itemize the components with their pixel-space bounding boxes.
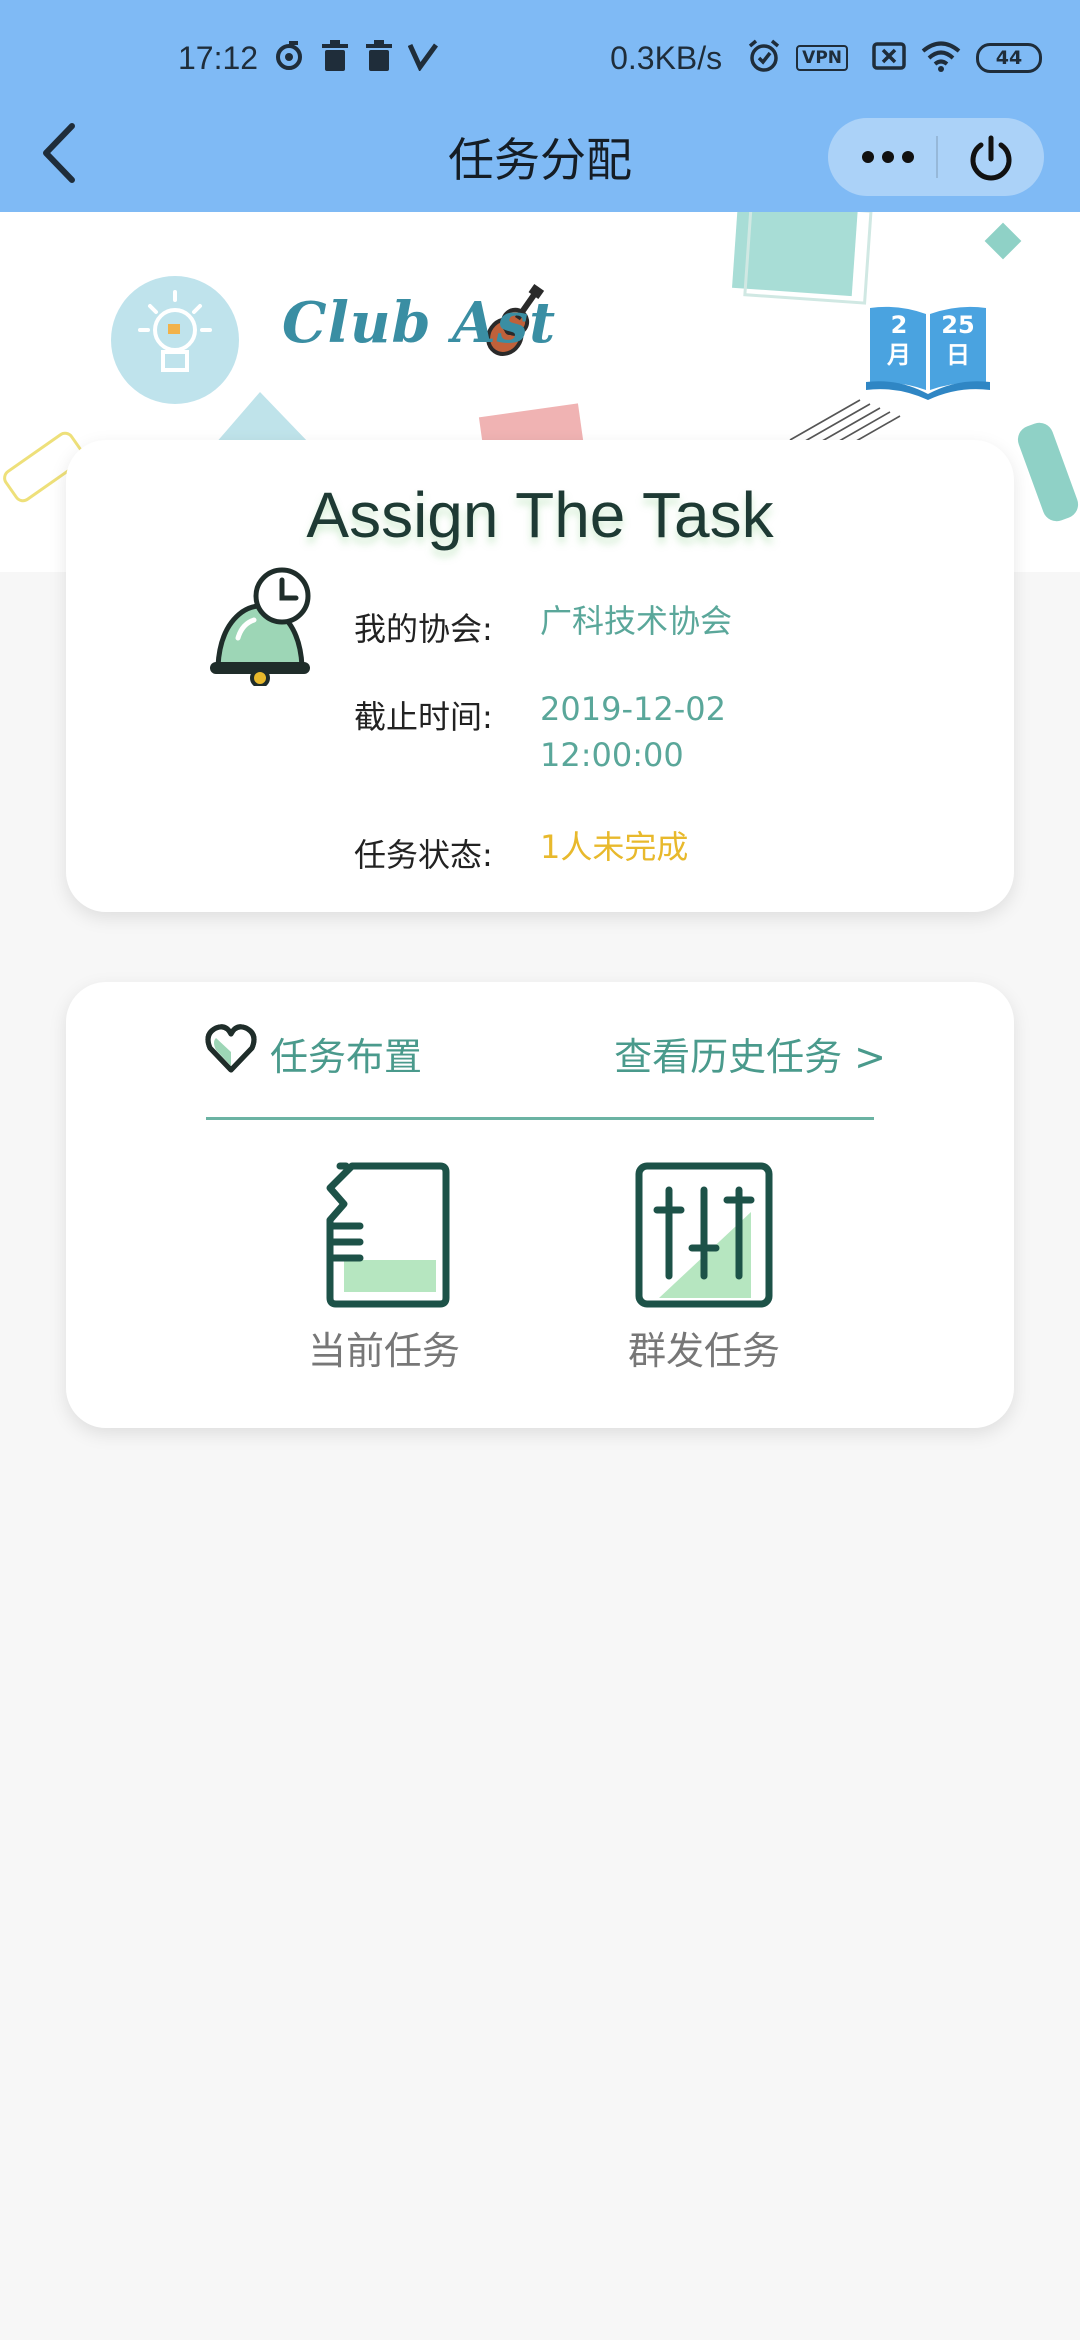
trash-icon [320,39,350,77]
association-label: 我的协会: [354,610,493,648]
status-value: 1人未完成 [540,828,689,866]
alarm-bell-icon [202,566,322,688]
more-dots-icon [862,151,914,163]
association-value: 广科技术协会 [540,602,733,640]
document-icon [326,1162,450,1308]
network-speed: 0.3KB/s [610,39,723,76]
current-task-label: 当前任务 [307,1329,460,1373]
section-divider [206,1117,874,1120]
history-tasks-link[interactable]: 查看历史任务 > [614,1026,886,1081]
capsule-divider [936,136,938,178]
sync-icon [272,39,306,77]
power-icon [970,135,1012,181]
section-title: 任务布置 [270,1035,423,1079]
trash-icon [364,39,394,77]
calendar-month-number: 2 [890,311,908,339]
v-app-icon [407,41,439,75]
sliders-icon [635,1162,773,1308]
calendar-month-unit: 月 [887,341,911,369]
calendar-day: 25 日 [938,310,978,370]
deadline-time: 12:00:00 [540,736,684,774]
bulk-task-button[interactable]: 群发任务 [604,1160,804,1375]
bulk-task-label: 群发任务 [627,1329,780,1373]
task-heading: Assign The Task [306,479,774,551]
deadline-date: 2019-12-02 [540,690,726,728]
alarm-icon [746,38,782,78]
wifi-icon [920,40,962,76]
sim-off-icon [872,42,906,74]
calendar-month: 2 月 [880,310,918,370]
club-logo-text: Club Ast [282,290,557,356]
heart-icon [204,1022,258,1076]
deadline-label: 截止时间: [354,698,493,736]
top-bar: 17:12 0.3KB/s VPN 44 任务分配 [0,0,1080,212]
mini-program-capsule [828,118,1044,196]
status-bar-right: 0.3KB/s VPN 44 [610,28,1042,88]
task-actions-card: 任务布置 查看历史任务 > 当前任务 群发任务 [66,982,1014,1428]
calendar-day-unit: 日 [946,341,970,369]
close-button[interactable] [964,132,1018,186]
task-info-card: Assign The Task 我的协会: 广科技术协会 截止时间: 2019-… [66,440,1014,912]
battery-indicator: 44 [976,43,1042,73]
status-bar-left: 17:12 [178,28,439,88]
calendar-day-number: 25 [941,311,975,339]
more-button[interactable] [858,136,958,178]
status-time: 17:12 [178,39,259,76]
vpn-badge: VPN [796,45,848,71]
lightbulb-icon [111,276,239,404]
status-label: 任务状态: [354,836,493,874]
current-task-button[interactable]: 当前任务 [284,1160,484,1375]
